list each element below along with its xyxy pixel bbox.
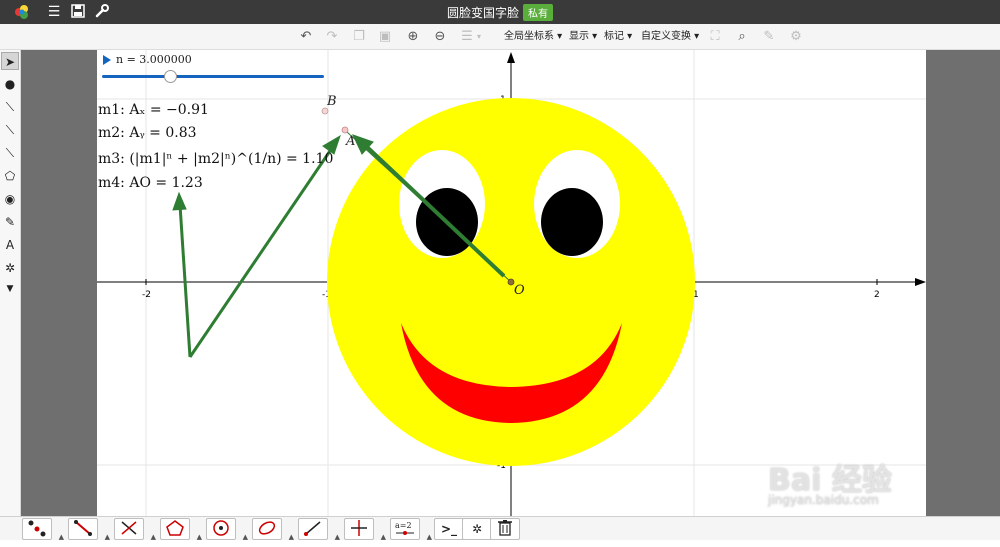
arrow-shaft-to-A [188, 147, 334, 358]
chevron-up-icon[interactable]: ▲ [289, 527, 294, 547]
play-animation-icon[interactable] [103, 55, 111, 65]
arrow-shaft-to-m4 [178, 204, 192, 358]
mark-menu[interactable]: 标记 ▾ [604, 30, 632, 44]
zoom-in-icon[interactable]: ⊕ [404, 29, 422, 45]
measure-m4[interactable]: m4: AO = 1.23 [98, 175, 203, 191]
slider-track[interactable] [102, 75, 324, 78]
polygon-tool-icon[interactable]: ⬠ [1, 167, 19, 185]
y-axis-arrow-icon [507, 52, 515, 63]
axes-menu[interactable]: 全局坐标系 ▾ [504, 30, 562, 44]
svg-text:a=2: a=2 [395, 521, 412, 530]
copy-icon[interactable]: ❐ [350, 29, 368, 45]
point-A[interactable] [341, 126, 349, 134]
more-tools-chevron-icon[interactable]: ▼ [1, 280, 19, 298]
pen-tool-icon[interactable]: ✎ [1, 213, 19, 231]
display-menu[interactable]: 显示 ▾ [569, 30, 597, 44]
measure-m2[interactable]: m2: Aᵧ = 0.83 [98, 125, 197, 141]
ray-tool-icon[interactable]: ⟍ [1, 121, 19, 139]
chevron-up-icon[interactable]: ▲ [59, 527, 64, 547]
slider-group-button[interactable]: a=2 ▲ [390, 518, 432, 541]
redo-icon[interactable]: ↷ [323, 29, 341, 45]
terminal-icon: >_ [440, 522, 458, 536]
bottom-toolbar: ▲ ▲ ▲ ▲ ▲ ▲ ▲ ▲ a=2 ▲ >_ ✲ [0, 516, 1000, 541]
document-title: 圆脸变国字脸 私有 [0, 4, 1000, 21]
delete-button[interactable] [490, 518, 520, 540]
left-tool-palette: ➤ ● ⟍ ⟍ ⟍ ⬠ ◉ ✎ A ✲ ▼ [0, 50, 21, 516]
point-label-O[interactable]: O [514, 283, 525, 298]
magic-wand-button[interactable]: ✲ [462, 518, 492, 540]
transform-group-button[interactable]: ▲ [344, 518, 386, 541]
chevron-up-icon[interactable]: ▲ [243, 527, 248, 547]
intersect-group-button[interactable]: ▲ [114, 518, 156, 541]
line-tool-icon[interactable]: ⟍ [1, 144, 19, 162]
fullscreen-icon[interactable]: ⛶ [706, 29, 724, 45]
n-slider[interactable]: n = 3.000000 [100, 53, 330, 83]
trash-icon [498, 520, 512, 536]
right-pupil[interactable] [541, 188, 603, 256]
text-tool-icon[interactable]: A [1, 236, 19, 254]
chevron-up-icon[interactable]: ▲ [151, 527, 156, 547]
x-tick-label: -2 [142, 290, 151, 300]
magic-wand-icon: ✲ [471, 522, 483, 536]
title-bar: ☰ 圆脸变国字脸 私有 [0, 0, 1000, 24]
document-title-text: 圆脸变国字脸 [446, 6, 519, 20]
baidu-watermark: Bai 经验 jingyan.baidu.com [768, 455, 978, 515]
circle-group-button[interactable]: ▲ [206, 518, 248, 541]
search-icon[interactable]: ⌕ [733, 29, 751, 45]
point-label-B[interactable]: B [327, 94, 337, 109]
zoom-out-icon[interactable]: ⊖ [431, 29, 449, 45]
point-tool-icon[interactable]: ● [1, 75, 19, 93]
paste-icon[interactable]: ▣ [376, 29, 394, 45]
slider-knob[interactable] [164, 70, 177, 83]
chevron-up-icon[interactable]: ▲ [381, 527, 386, 547]
x-tick-label: 2 [874, 290, 880, 300]
chevron-up-icon[interactable]: ▲ [335, 527, 340, 547]
point-label-A[interactable]: A [346, 134, 355, 149]
polygon-group-button[interactable]: ▲ [160, 518, 202, 541]
points-group-button[interactable]: ▲ [22, 518, 64, 541]
watermark-url: jingyan.baidu.com [768, 493, 879, 507]
arrow-head-to-m4-icon [172, 191, 187, 211]
measure-group-button[interactable]: ▲ [298, 518, 340, 541]
graphics-svg: -2 -1 1 2 1 -1 [97, 50, 926, 516]
graphics-canvas[interactable]: -2 -1 1 2 1 -1 [97, 50, 926, 516]
measure-m1[interactable]: m1: Aₓ = −0.91 [98, 102, 209, 118]
circle-tool-icon[interactable]: ◉ [1, 190, 19, 208]
conic-group-button[interactable]: ▲ [252, 518, 294, 541]
measure-m3[interactable]: m3: (|m1|ⁿ + |m2|ⁿ)^(1/n) = 1.10 [98, 151, 333, 167]
right-gray-margin [926, 50, 1000, 516]
chevron-up-icon[interactable]: ▲ [105, 527, 110, 547]
x-axis-arrow-icon [915, 278, 926, 286]
chevron-up-icon[interactable]: ▲ [427, 527, 432, 547]
left-gray-margin [21, 50, 97, 516]
chevron-up-icon[interactable]: ▲ [197, 527, 202, 547]
transform-menu[interactable]: 自定义变换 ▾ [641, 30, 699, 44]
slider-label: n = 3.000000 [116, 53, 192, 66]
top-toolbar: ↶ ↷ ❐ ▣ ⊕ ⊖ ☰ ▾ 全局坐标系 ▾ 显示 ▾ 标记 ▾ 自定义变换 … [0, 24, 1000, 50]
edit-icon[interactable]: ✎ [760, 29, 778, 45]
segment-tool-icon[interactable]: ⟍ [1, 98, 19, 116]
select-arrow-icon[interactable]: ➤ [1, 52, 19, 70]
lines-group-button[interactable]: ▲ [68, 518, 110, 541]
align-dropdown-chevron-icon[interactable]: ▾ [474, 29, 484, 45]
magic-wand-icon[interactable]: ✲ [1, 259, 19, 277]
settings-gear-icon[interactable]: ⚙ [787, 29, 805, 45]
private-badge[interactable]: 私有 [523, 4, 553, 21]
undo-icon[interactable]: ↶ [297, 29, 315, 45]
command-input-button[interactable]: >_ [434, 518, 464, 540]
